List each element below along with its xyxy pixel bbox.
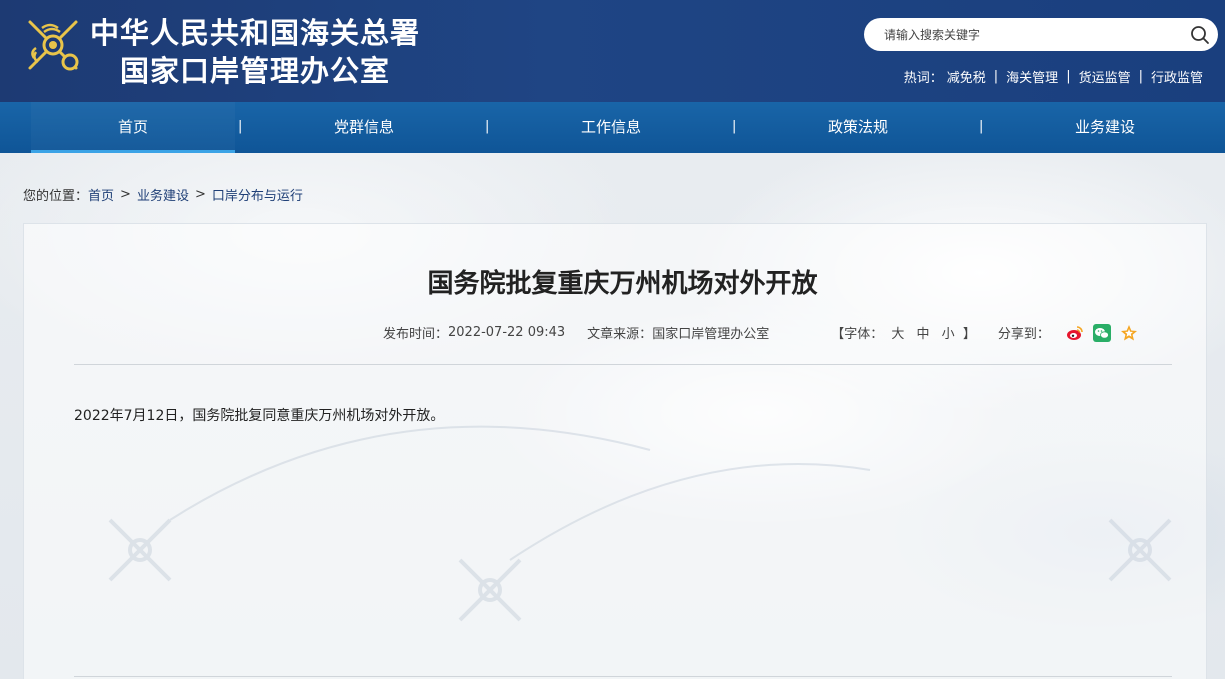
article-body: 2022年7月12日，国务院批复同意重庆万州机场对外开放。 — [74, 408, 445, 424]
nav-separator: | — [732, 119, 737, 134]
hotword-link-huoyunjianguan[interactable]: 货运监管 — [1079, 67, 1131, 86]
site-title-line2[interactable]: 国家口岸管理办公室 — [90, 52, 420, 90]
source-label: 文章来源： — [587, 327, 653, 342]
weibo-icon[interactable] — [1066, 324, 1084, 342]
search-box — [864, 18, 1218, 51]
nav-separator: | — [485, 119, 490, 134]
nav-item-home[interactable]: 首页 — [31, 102, 235, 153]
site-header: 中华人民共和国海关总署 国家口岸管理办公室 热词： 减免税 | 海关管理 | 货… — [0, 0, 1225, 102]
hotwords-bar: 热词： 减免税 | 海关管理 | 货运监管 | 行政监管 — [904, 67, 1203, 86]
breadcrumb: 您的位置： 首页 > 业务建设 > 口岸分布与运行 — [23, 185, 303, 204]
breadcrumb-arrow: > — [120, 187, 131, 202]
main-nav: 首页 | 党群信息 | 工作信息 | 政策法规 | 业务建设 — [0, 102, 1225, 153]
search-input[interactable] — [884, 24, 1174, 45]
hotwords-label: 热词： — [903, 71, 943, 86]
breadcrumb-arrow: > — [194, 187, 206, 202]
publish-time: 2022-07-22 09:43 — [448, 325, 566, 340]
wechat-icon[interactable] — [1092, 323, 1111, 342]
nav-separator: | — [979, 119, 984, 134]
hotword-link-jianmianshui[interactable]: 减免税 — [947, 67, 986, 86]
article-divider-top — [74, 364, 1172, 365]
favorite-icon[interactable] — [1120, 324, 1138, 342]
article-title: 国务院批复重庆万州机场对外开放 — [427, 269, 818, 299]
site-title-line1[interactable]: 中华人民共和国海关总署 — [90, 14, 420, 52]
customs-emblem-icon[interactable] — [22, 14, 84, 76]
share-label: 分享到： — [997, 327, 1050, 342]
nav-item-policy[interactable]: 政策法规 — [758, 102, 958, 153]
search-icon[interactable] — [1190, 25, 1210, 45]
font-size-close: 】 — [962, 327, 976, 342]
article-meta: 发布时间： 2022-07-22 09:43 文章来源： 国家口岸管理办公室 【… — [383, 323, 1147, 342]
nav-separator: | — [238, 119, 243, 134]
breadcrumb-link-port-distribution[interactable]: 口岸分布与运行 — [212, 185, 303, 204]
breadcrumb-label: 您的位置： — [23, 189, 89, 204]
hotword-link-haiguanguanli[interactable]: 海关管理 — [1006, 67, 1058, 86]
nav-item-business[interactable]: 业务建设 — [1005, 102, 1205, 153]
hotword-link-xingzhengjianguan[interactable]: 行政监管 — [1151, 67, 1203, 86]
hotword-separator: | — [993, 69, 999, 84]
breadcrumb-link-home[interactable]: 首页 — [88, 185, 114, 204]
nav-item-party-info[interactable]: 党群信息 — [264, 102, 464, 153]
font-size-control: 【字体： 大 中 小 】 — [831, 323, 976, 342]
font-size-large-button[interactable]: 大 — [891, 327, 904, 342]
nav-item-work-info[interactable]: 工作信息 — [511, 102, 711, 153]
share-icons — [1066, 323, 1147, 342]
hotword-separator: | — [1066, 69, 1071, 84]
article-divider-bottom — [74, 676, 1172, 677]
hotword-separator: | — [1138, 69, 1143, 84]
publish-time-label: 发布时间： — [383, 327, 449, 342]
font-size-medium-button[interactable]: 中 — [917, 327, 930, 342]
font-size-open: 【字体： — [831, 327, 884, 342]
site-title[interactable]: 中华人民共和国海关总署 国家口岸管理办公室 — [90, 14, 420, 90]
font-size-small-button[interactable]: 小 — [942, 327, 955, 342]
breadcrumb-link-business[interactable]: 业务建设 — [137, 185, 189, 204]
source-value: 国家口岸管理办公室 — [652, 327, 770, 342]
